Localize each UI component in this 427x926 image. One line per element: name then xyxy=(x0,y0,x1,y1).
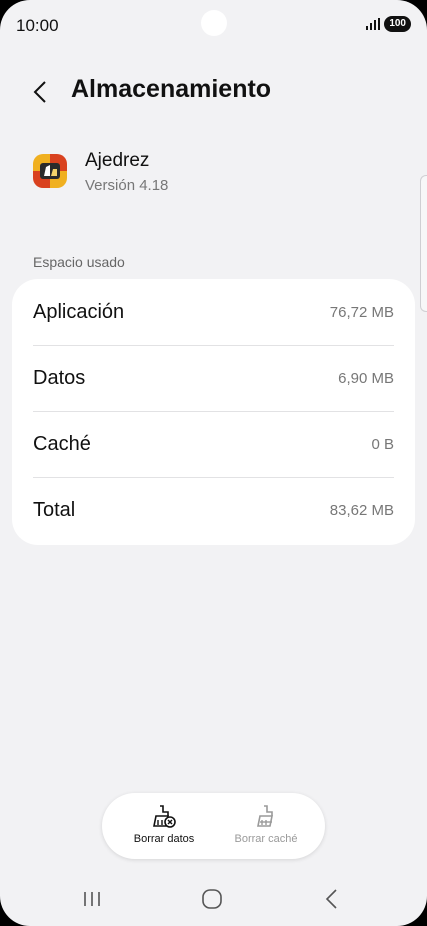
storage-row-cache: Caché 0 B xyxy=(33,411,394,478)
app-name: Ajedrez xyxy=(85,150,150,171)
nav-back-button[interactable] xyxy=(312,884,352,914)
broom-clear-icon xyxy=(153,805,176,828)
section-label-used-space: Espacio usado xyxy=(33,254,125,270)
app-info: Ajedrez Versión 4.18 xyxy=(33,150,393,200)
front-camera xyxy=(201,10,227,36)
battery-indicator: 100 xyxy=(384,16,411,32)
row-label: Datos xyxy=(33,366,86,389)
storage-card: Aplicación 76,72 MB Datos 6,90 MB Caché … xyxy=(12,279,415,545)
header: Almacenamiento xyxy=(0,72,427,112)
row-value: 76,72 MB xyxy=(329,303,394,321)
broom-icon xyxy=(257,805,273,827)
screen: 10:00 100 Almacenamiento Ajedrez Versión… xyxy=(0,0,427,926)
chevron-left-icon xyxy=(33,81,46,103)
navigation-bar xyxy=(0,870,427,926)
storage-row-total: Total 83,62 MB xyxy=(33,477,394,543)
recents-button[interactable] xyxy=(72,884,112,914)
row-label: Aplicación xyxy=(33,300,125,323)
page-title: Almacenamiento xyxy=(71,75,272,103)
row-value: 0 B xyxy=(371,435,394,453)
row-label: Caché xyxy=(33,432,91,455)
clear-data-button[interactable]: Borrar datos xyxy=(114,803,214,853)
back-button[interactable] xyxy=(30,78,54,106)
action-bar: Borrar datos Borrar caché xyxy=(102,793,325,859)
row-label: Total xyxy=(33,498,76,521)
app-version: Versión 4.18 xyxy=(85,177,169,194)
clear-cache-button: Borrar caché xyxy=(216,803,316,853)
back-icon xyxy=(325,889,337,909)
status-indicators: 100 xyxy=(366,16,411,32)
status-time: 10:00 xyxy=(16,16,59,35)
row-value: 6,90 MB xyxy=(338,369,394,387)
signal-icon xyxy=(366,18,381,30)
status-bar: 10:00 100 xyxy=(0,0,427,52)
recents-icon xyxy=(84,892,100,906)
chess-app-icon xyxy=(33,154,67,188)
clear-data-label: Borrar datos xyxy=(133,833,195,845)
clear-cache-label: Borrar caché xyxy=(234,833,298,845)
storage-row-application: Aplicación 76,72 MB xyxy=(33,279,394,346)
home-button[interactable] xyxy=(192,884,232,914)
row-value: 83,62 MB xyxy=(329,501,394,519)
home-icon xyxy=(202,889,222,909)
storage-row-data: Datos 6,90 MB xyxy=(33,345,394,412)
edge-panel-handle[interactable] xyxy=(420,175,427,312)
